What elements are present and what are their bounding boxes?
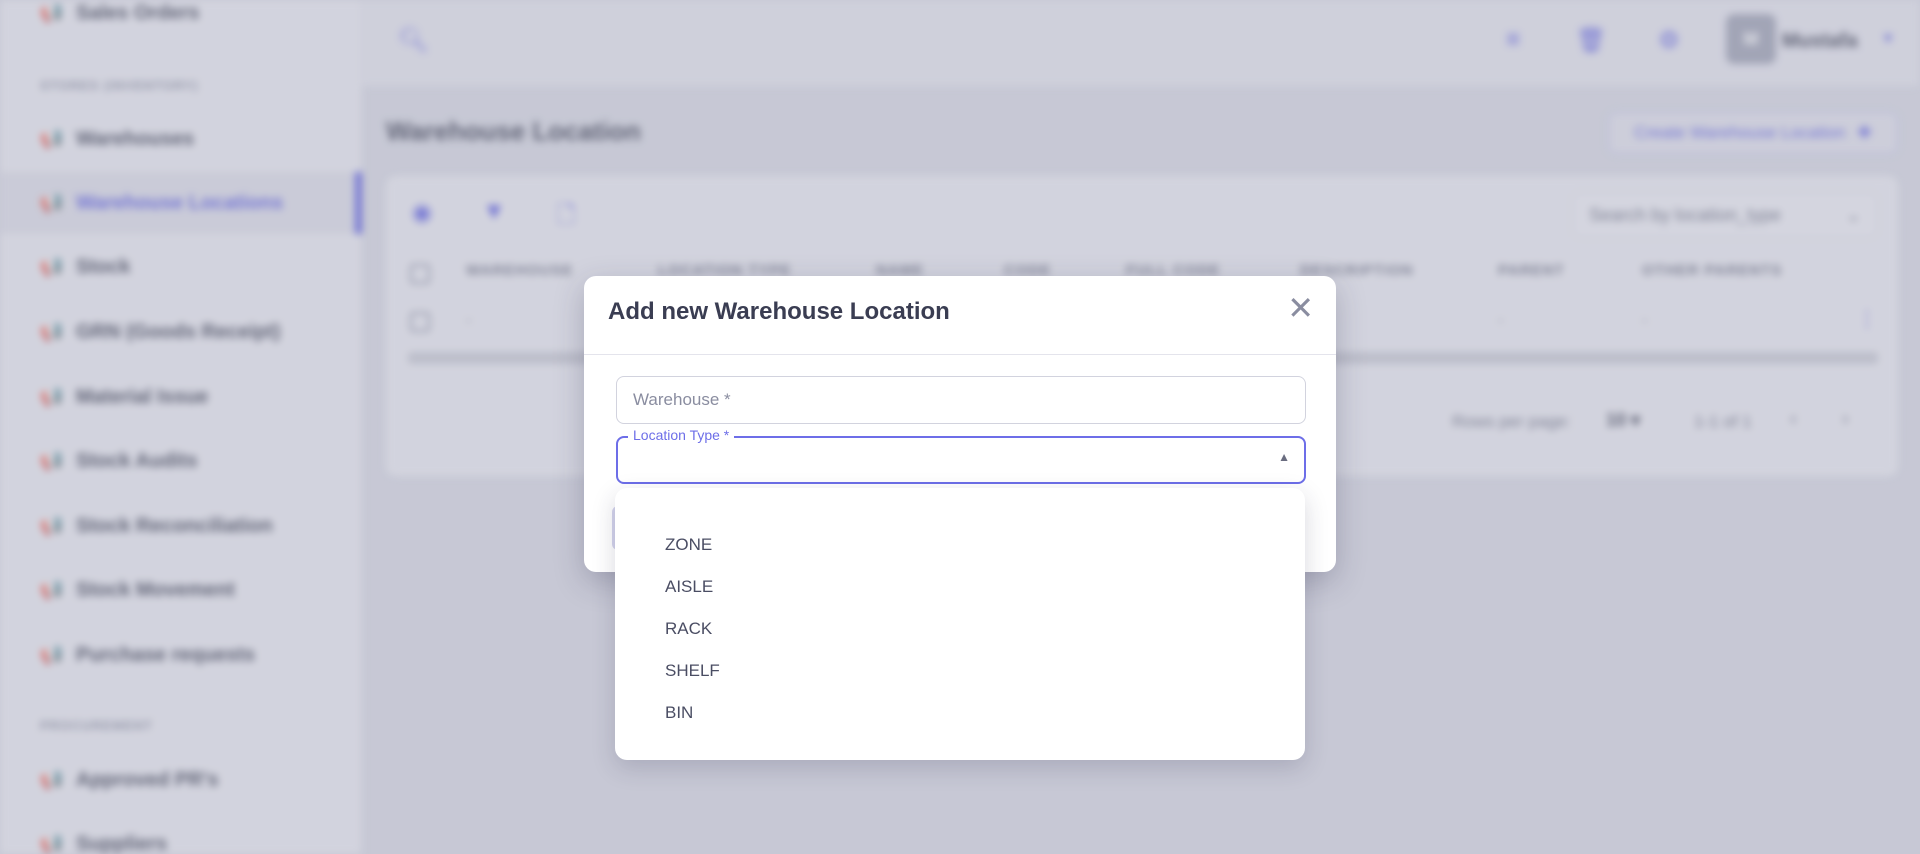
location-type-select[interactable]: Location Type * ▲ — [616, 427, 1306, 484]
option-aisle[interactable]: AISLE — [615, 566, 1305, 608]
option-rack[interactable]: RACK — [615, 608, 1305, 650]
close-icon[interactable]: ✕ — [1287, 292, 1314, 324]
option-bin[interactable]: BIN — [615, 692, 1305, 734]
location-type-label: Location Type * — [628, 427, 735, 443]
location-type-options-list: ZONE AISLE RACK SHELF BIN — [615, 488, 1305, 760]
option-shelf[interactable]: SHELF — [615, 650, 1305, 692]
chevron-up-icon: ▲ — [1278, 450, 1290, 464]
dialog-divider — [584, 354, 1336, 355]
option-zone[interactable]: ZONE — [615, 524, 1305, 566]
dialog-title: Add new Warehouse Location — [608, 298, 950, 325]
warehouse-input[interactable] — [616, 376, 1306, 424]
